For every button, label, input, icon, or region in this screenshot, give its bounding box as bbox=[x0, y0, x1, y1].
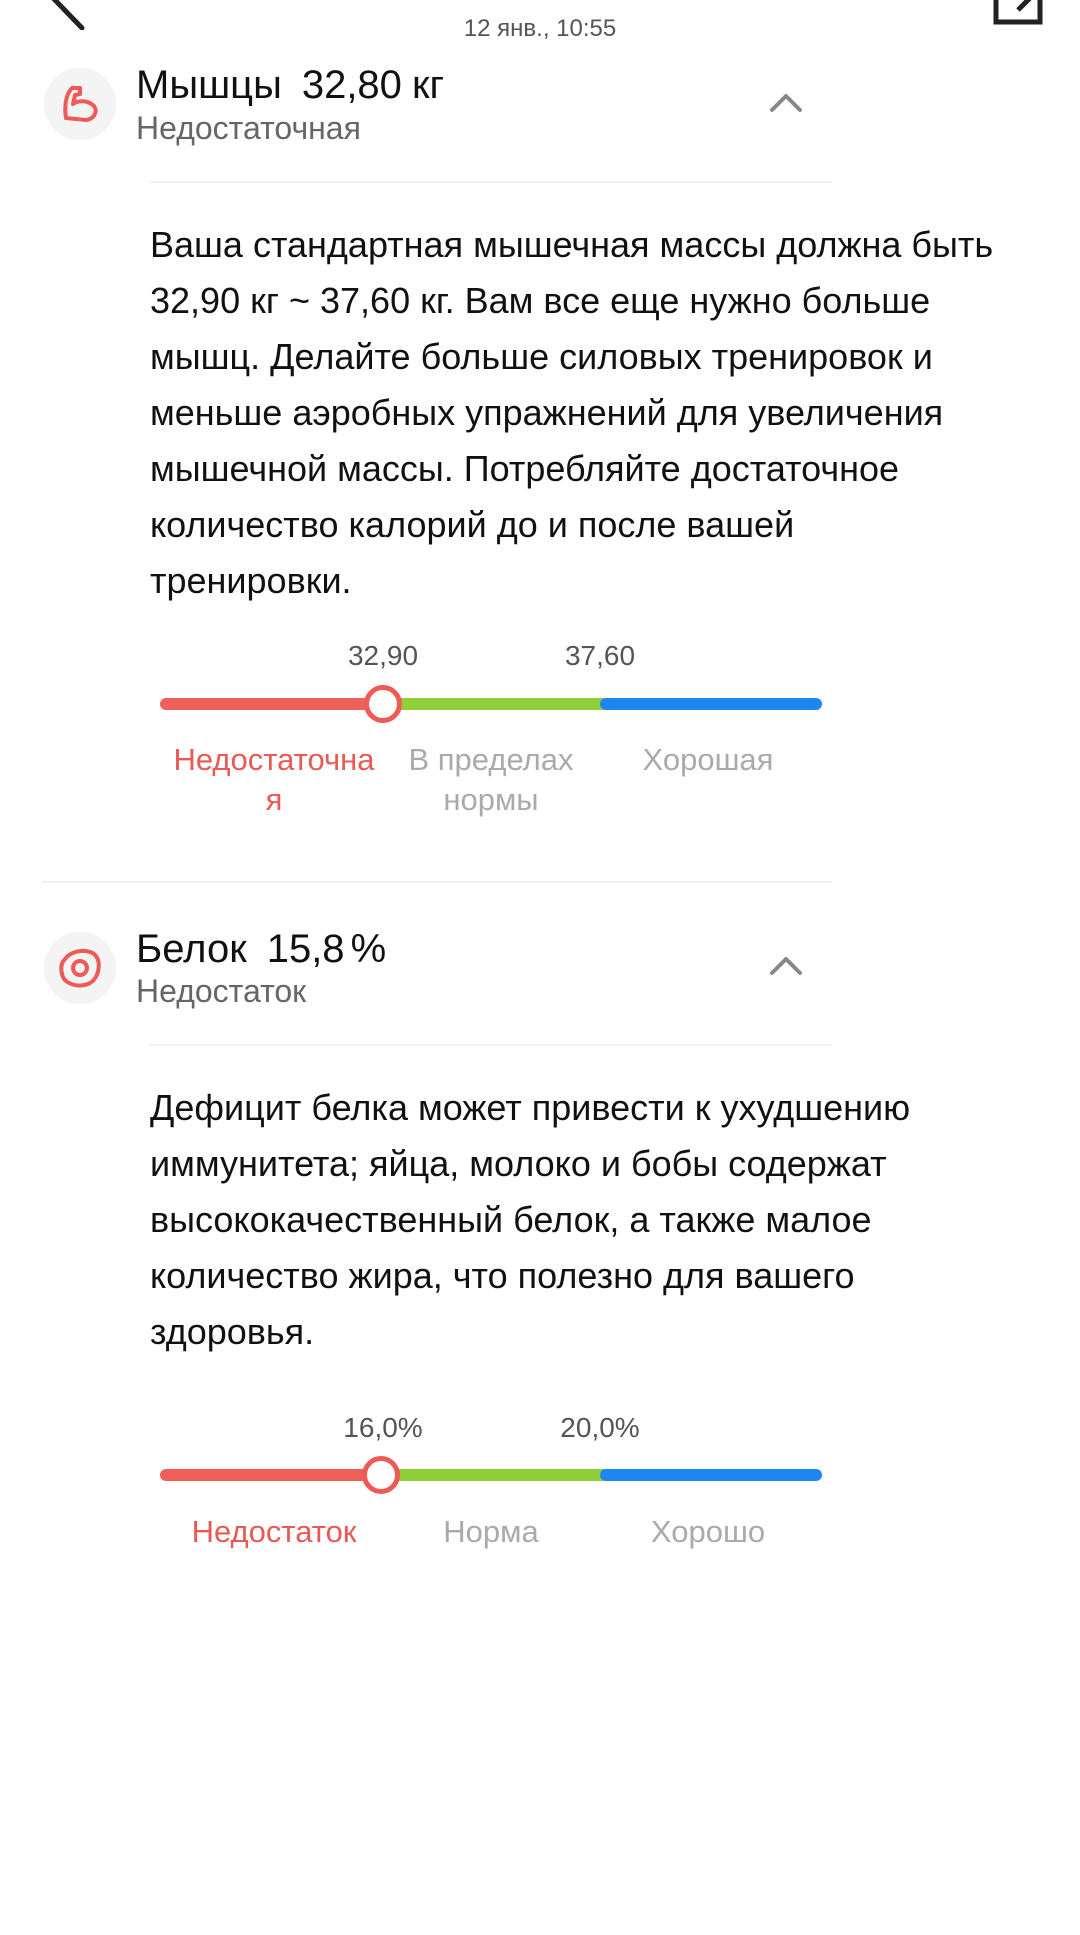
protein-icon bbox=[44, 932, 116, 1004]
muscle-icon bbox=[44, 68, 116, 140]
muscle-scale-good-segment bbox=[600, 698, 822, 710]
muscle-scale-normal-segment bbox=[380, 698, 610, 710]
protein-value: 15,8 bbox=[266, 927, 345, 971]
timestamp: 12 янв., 10:55 bbox=[463, 15, 617, 42]
protein-name: Белок bbox=[136, 927, 247, 971]
muscle-threshold-high: 37,60 bbox=[564, 640, 636, 671]
muscle-name: Мышцы bbox=[136, 63, 282, 107]
protein-scale-good-segment bbox=[600, 1469, 822, 1481]
muscle-value: 32,80 bbox=[301, 63, 402, 107]
muscle-category-good: Хорошая bbox=[642, 742, 774, 777]
section-divider bbox=[42, 881, 832, 883]
divider bbox=[150, 181, 832, 183]
protein-description: Дефицит белка может привести к ухудшению… bbox=[150, 1087, 911, 1352]
muscle-threshold-low: 32,90 bbox=[347, 640, 419, 671]
protein-scale-normal-segment bbox=[380, 1469, 610, 1481]
muscle-status: Недостаточная bbox=[136, 110, 361, 146]
protein-scale-marker bbox=[362, 1456, 400, 1494]
protein-title: Белок 15,8% bbox=[136, 927, 386, 972]
protein-category-good: Хорошо bbox=[650, 1514, 766, 1549]
divider bbox=[150, 1044, 832, 1046]
protein-unit: % bbox=[350, 927, 387, 971]
protein-category-normal: Норма bbox=[443, 1514, 539, 1549]
protein-status: Недостаток bbox=[136, 973, 307, 1009]
protein-threshold-high: 20,0% bbox=[560, 1412, 640, 1443]
muscle-category-low: Недостаточна я bbox=[173, 742, 375, 817]
muscle-title: Мышцы 32,80 кг bbox=[136, 63, 444, 108]
collapse-chevron-icon[interactable] bbox=[766, 88, 806, 118]
protein-category-low: Недостаток bbox=[191, 1514, 357, 1549]
muscle-scale-marker bbox=[364, 685, 402, 723]
muscle-description: Ваша стандартная мышечная массы должна б… bbox=[150, 224, 994, 601]
protein-threshold-low: 16,0% bbox=[343, 1412, 423, 1443]
muscle-unit: кг bbox=[411, 63, 445, 107]
share-icon[interactable] bbox=[988, 0, 1048, 30]
muscle-category-normal: В пределах нормы bbox=[408, 742, 574, 817]
collapse-chevron-icon[interactable] bbox=[766, 951, 806, 981]
